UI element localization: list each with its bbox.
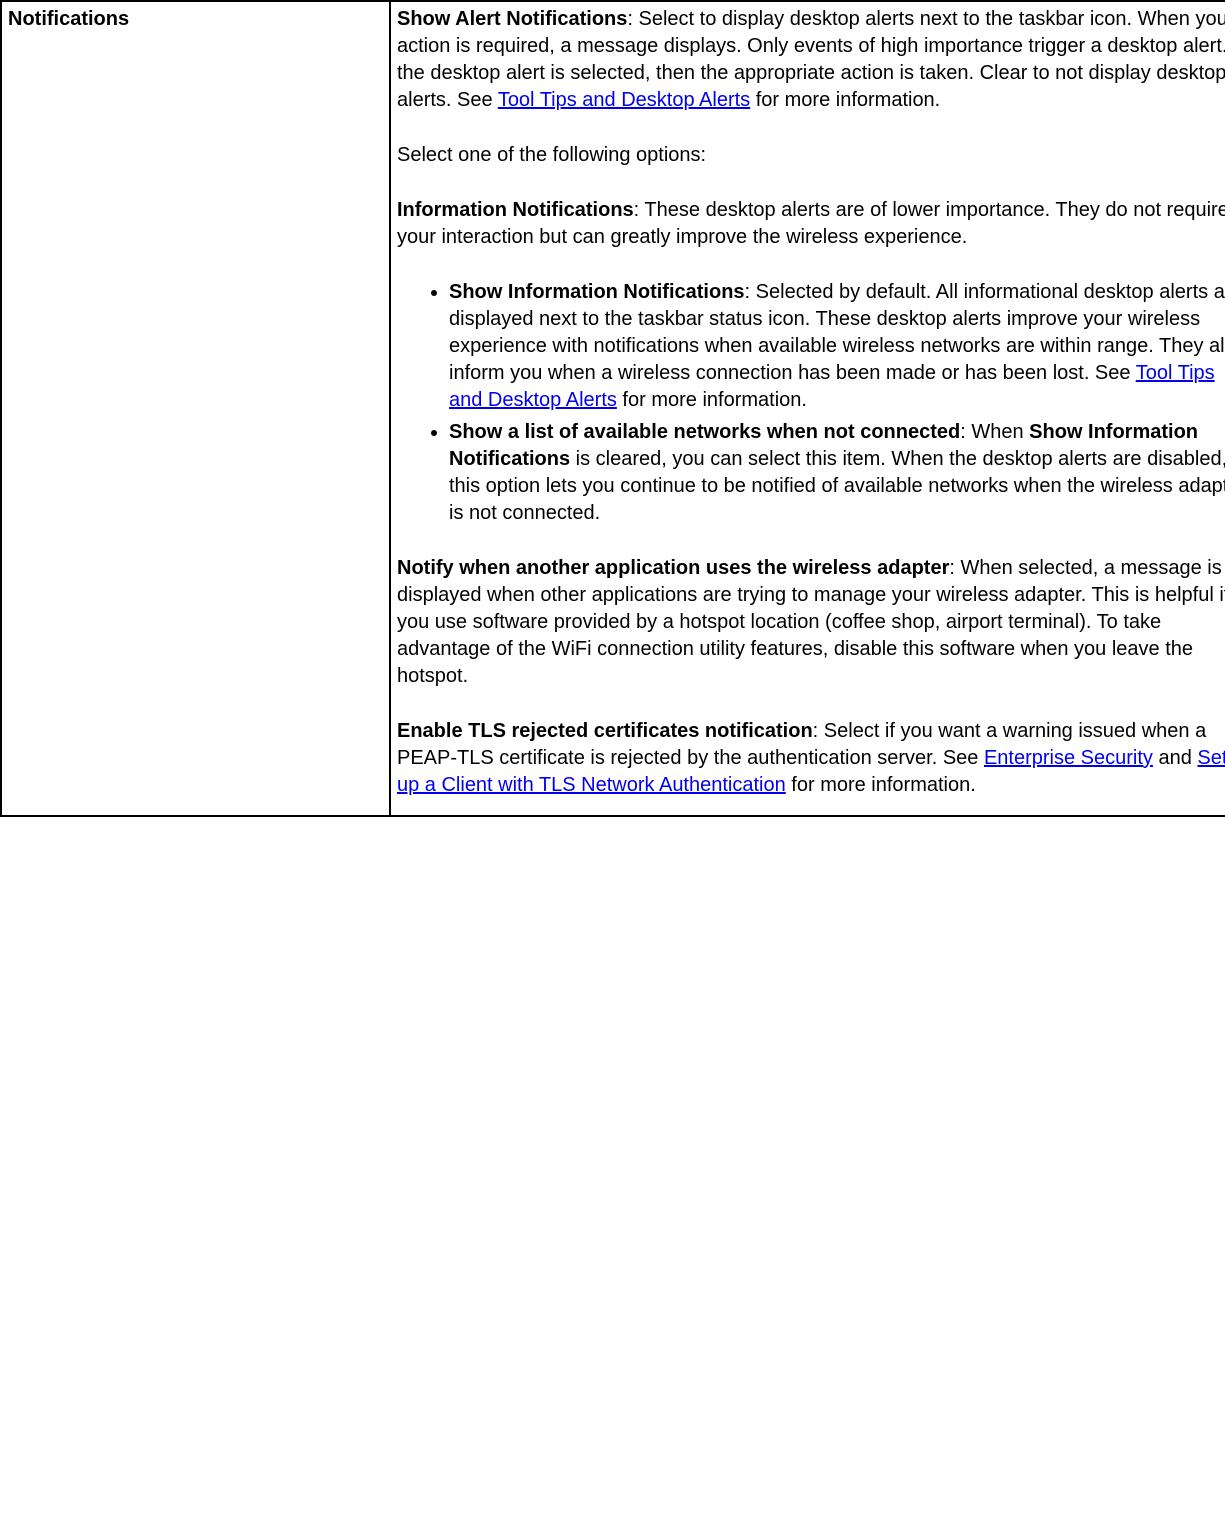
after-link-1: for more information. (750, 89, 940, 111)
paragraph-tls: Enable TLS rejected certificates notific… (397, 718, 1225, 799)
link-enterprise-security[interactable]: Enterprise Security (984, 747, 1153, 769)
bullet-lead-0: Show Information Notifications (449, 281, 745, 303)
list-item: Show a list of available networks when n… (449, 419, 1225, 527)
row-content-cell: Show Alert Notifications: Select to disp… (390, 1, 1225, 816)
paragraph-select-one: Select one of the following options: (397, 142, 1225, 169)
paragraph-info-notifications: Information Notifications: These desktop… (397, 197, 1225, 251)
bullet-list: Show Information Notifications: Selected… (397, 279, 1225, 527)
after-tls: for more information. (786, 774, 976, 796)
bullet-after-0: for more information. (617, 389, 807, 411)
list-item: Show Information Notifications: Selected… (449, 279, 1225, 414)
bullet-text1-1: : When (960, 421, 1029, 443)
lead-notify-adapter: Notify when another application uses the… (397, 557, 949, 579)
lead-info-notifications: Information Notifications (397, 199, 634, 221)
bullet-lead-1: Show a list of available networks when n… (449, 421, 960, 443)
row-label-cell: Notifications (1, 1, 390, 816)
settings-table: Notifications Show Alert Notifications: … (0, 0, 1225, 817)
paragraph-show-alert: Show Alert Notifications: Select to disp… (397, 6, 1225, 114)
row-label: Notifications (8, 8, 129, 30)
mid-tls: and (1153, 747, 1197, 769)
link-tool-tips-1[interactable]: Tool Tips and Desktop Alerts (498, 89, 750, 111)
lead-show-alert: Show Alert Notifications (397, 8, 627, 30)
paragraph-notify-adapter: Notify when another application uses the… (397, 555, 1225, 690)
lead-tls: Enable TLS rejected certificates notific… (397, 720, 813, 742)
